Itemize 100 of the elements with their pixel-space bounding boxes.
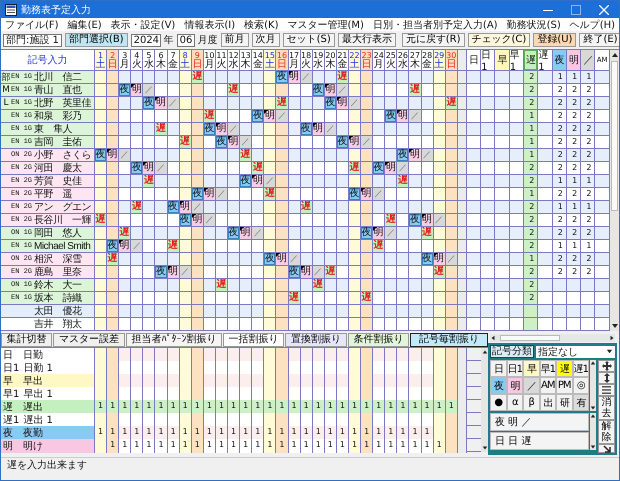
menu-item[interactable]: 情報表示(I) <box>184 18 236 32</box>
schedule-cell[interactable]: 明 <box>397 110 410 122</box>
schedule-cell[interactable]: ／ <box>131 240 144 252</box>
schedule-cell[interactable]: 明 <box>385 162 398 174</box>
toolbar-button[interactable]: 次月 <box>252 33 280 47</box>
symbol-button[interactable]: β <box>523 394 540 411</box>
schedule-cell[interactable]: 遅 <box>422 227 434 239</box>
symbol-button[interactable]: 明 <box>506 377 523 394</box>
toolbar-button[interactable]: セット(S) <box>282 33 335 47</box>
vertical-scrollbar[interactable] <box>590 413 596 450</box>
schedule-cell[interactable]: ／ <box>324 123 337 135</box>
pattern-button[interactable]: 日 日 遅 <box>490 432 589 450</box>
schedule-cell[interactable]: 遅 <box>168 240 180 252</box>
schedule-cell[interactable]: 遅 <box>95 214 108 226</box>
schedule-cell[interactable]: ／ <box>434 214 446 226</box>
schedule-cell[interactable]: 遅 <box>216 279 228 291</box>
schedule-cell[interactable]: 遅 <box>143 175 156 187</box>
symbol-button[interactable]: 遅1 <box>572 360 589 377</box>
symbol-button[interactable]: 日 <box>490 360 506 377</box>
schedule-cell[interactable]: 明 <box>409 149 422 161</box>
toolbar-button[interactable]: 終了(E) <box>579 33 619 47</box>
schedule-cell[interactable]: 遅 <box>276 97 288 109</box>
toolbar-button[interactable]: チェック(C) <box>468 33 530 47</box>
menu-item[interactable]: 勤務状況(S) <box>506 18 561 32</box>
symbol-button[interactable]: 日1 <box>506 360 523 377</box>
scroll-left-icon[interactable] <box>490 335 496 341</box>
schedule-cell[interactable]: 遅 <box>348 162 362 174</box>
tab[interactable]: マスター誤差 <box>53 333 125 347</box>
schedule-cell[interactable]: 遅 <box>155 123 168 135</box>
schedule-cell[interactable]: 遅 <box>264 188 276 200</box>
schedule-cell[interactable]: 遅 <box>312 279 325 291</box>
vertical-scrollbar[interactable] <box>610 50 619 331</box>
schedule-cell[interactable]: ／ <box>300 71 313 83</box>
department-select-button[interactable]: 部門選択(B) <box>64 33 128 47</box>
close-icon[interactable] <box>599 4 609 14</box>
schedule-cell[interactable]: 遅 <box>324 266 337 278</box>
scroll-up-icon[interactable] <box>610 51 618 59</box>
menu-item[interactable]: 編集(E) <box>68 18 102 32</box>
menu-item[interactable]: 検索(K) <box>244 18 278 32</box>
schedule-cell[interactable]: 遅 <box>131 201 144 213</box>
resize-corner-button[interactable] <box>598 444 615 453</box>
schedule-cell[interactable]: 遅 <box>434 266 446 278</box>
side-button[interactable]: 解除 <box>598 420 615 444</box>
schedule-cell[interactable]: 遅 <box>336 71 349 83</box>
scroll-up-icon[interactable] <box>482 349 488 355</box>
schedule-cell[interactable]: 遅 <box>288 292 301 304</box>
tally-row-header[interactable]: 早1 早出 1 <box>1 387 95 401</box>
month-field[interactable]: 06 <box>176 34 195 46</box>
schedule-cell[interactable]: 遅 <box>373 240 386 252</box>
vertical-scrollbar[interactable] <box>481 348 488 452</box>
schedule-cell[interactable]: ／ <box>252 227 264 239</box>
scroll-down-icon[interactable] <box>590 444 596 450</box>
menu-item[interactable]: マスター管理(M) <box>287 18 364 32</box>
maximize-icon[interactable] <box>571 4 581 14</box>
schedule-cell[interactable]: ／ <box>385 227 398 239</box>
schedule-cell[interactable]: 明 <box>155 97 168 109</box>
year-field[interactable]: 2024 <box>130 34 161 46</box>
scroll-right-icon[interactable] <box>609 335 615 341</box>
tab[interactable]: 置換割振り <box>285 333 347 347</box>
tally-row-header[interactable]: 早 早出 <box>1 374 95 388</box>
schedule-cell[interactable]: ／ <box>373 188 386 200</box>
symbol-button[interactable]: 遅 <box>556 360 572 377</box>
schedule-cell[interactable]: ／ <box>336 84 349 96</box>
horizontal-scrollbar[interactable] <box>490 334 615 342</box>
tally-row-header[interactable]: 夜 夜勤 <box>1 426 95 440</box>
list-button[interactable] <box>598 384 615 396</box>
schedule-cell[interactable]: 遅 <box>361 292 374 304</box>
move-button[interactable] <box>598 360 615 372</box>
schedule-cell[interactable]: 明 <box>264 110 276 122</box>
department-field[interactable]: 部門:施設 1 <box>3 34 62 46</box>
tally-row-header[interactable]: 遅1 遅出 1 <box>1 413 95 427</box>
schedule-cell[interactable]: ／ <box>240 136 252 148</box>
tally-row-header[interactable]: 遅 遅出 <box>1 400 95 414</box>
toolbar-button[interactable]: 元に戻す(R) <box>402 33 465 47</box>
menu-item[interactable]: ヘルプ(H) <box>570 18 616 32</box>
schedule-cell[interactable]: ／ <box>228 123 240 135</box>
staff-row-header[interactable]: 太田 優花 <box>1 305 95 317</box>
schedule-cell[interactable]: ／ <box>192 201 204 213</box>
schedule-cell[interactable]: ／ <box>288 253 301 265</box>
scroll-up-icon[interactable] <box>590 413 596 419</box>
schedule-cell[interactable]: ／ <box>119 149 132 161</box>
scroll-thumb[interactable] <box>500 335 560 341</box>
scroll-down-icon[interactable] <box>590 405 596 411</box>
schedule-cell[interactable]: 遅 <box>180 136 192 148</box>
symbol-button[interactable]: 早1 <box>540 360 556 377</box>
schedule-cell[interactable]: ／ <box>204 214 216 226</box>
symbol-button[interactable]: α <box>506 394 523 411</box>
scroll-down-icon[interactable] <box>482 445 488 451</box>
schedule-cell[interactable]: 明 <box>252 175 264 187</box>
pattern-button[interactable]: 夜 明 ／ <box>490 413 589 431</box>
tab[interactable]: 条件割振り <box>348 333 409 347</box>
schedule-cell[interactable]: 明 <box>276 253 288 265</box>
schedule-cell[interactable]: 遅 <box>119 227 132 239</box>
toolbar-button[interactable]: 前月 <box>220 33 249 47</box>
schedule-cell[interactable]: 遅 <box>385 214 398 226</box>
schedule-cell[interactable]: 遅 <box>300 201 313 213</box>
schedule-cell[interactable]: ／ <box>312 266 325 278</box>
symbol-button[interactable]: 研 <box>556 394 572 411</box>
schedule-cell[interactable]: ／ <box>446 253 458 265</box>
vertical-scrollbar[interactable] <box>590 360 596 411</box>
